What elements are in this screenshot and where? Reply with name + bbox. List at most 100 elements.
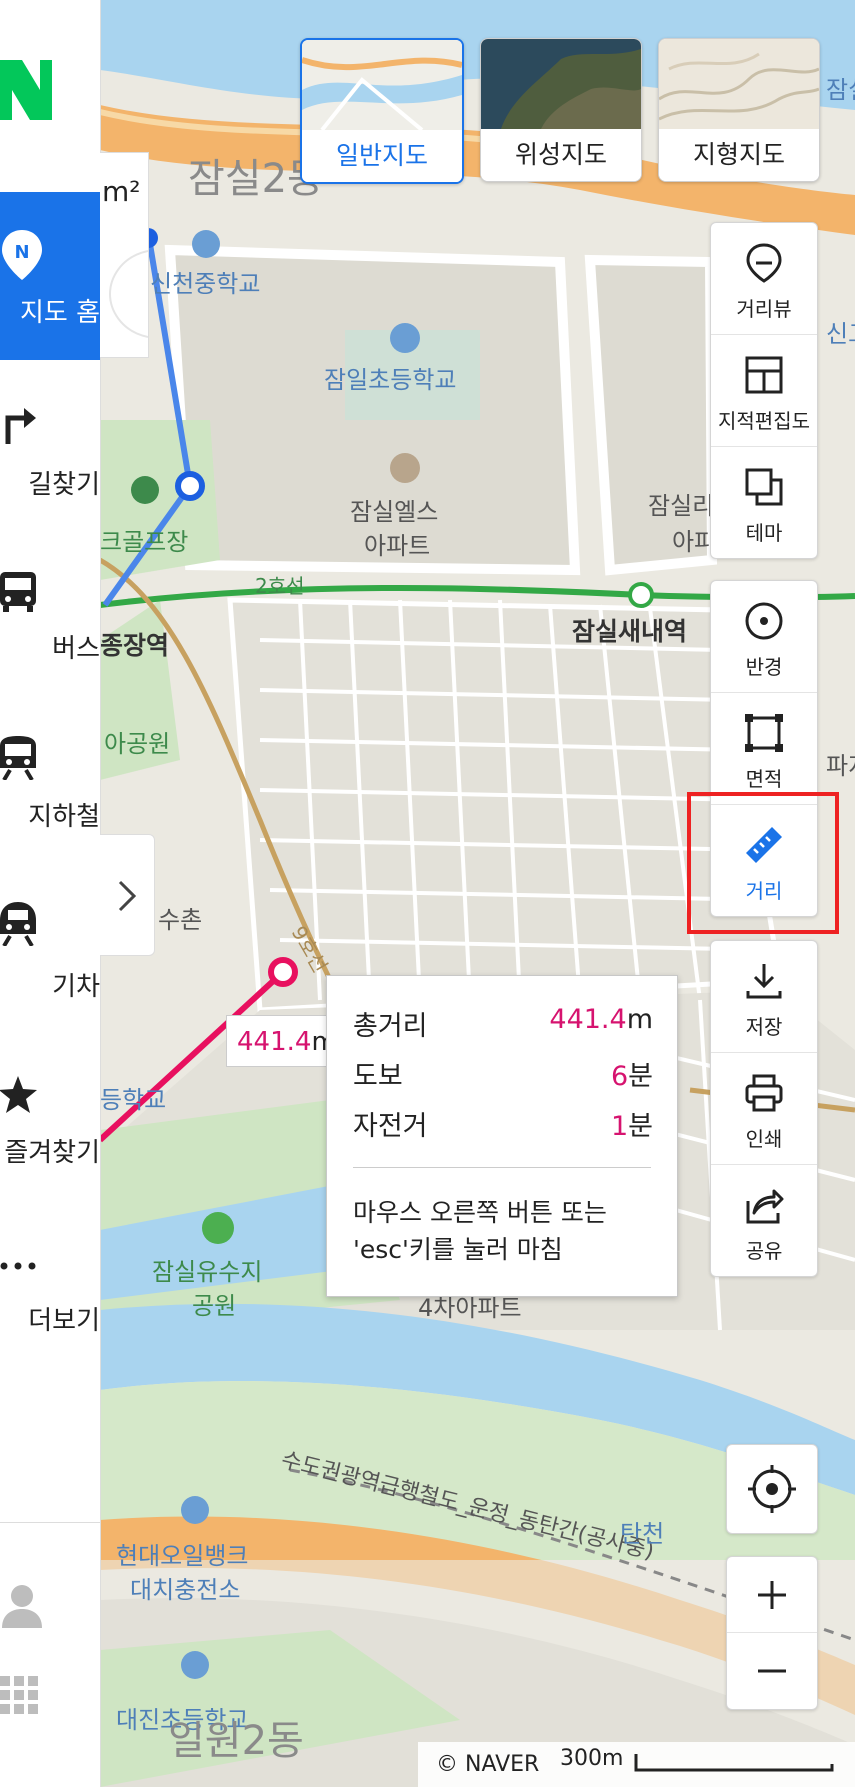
map-label-station: 잠실새내역 [572, 617, 688, 646]
sidebar-item-label: 버스 [52, 634, 100, 664]
tool-label: 테마 [745, 521, 783, 545]
zoom-control [726, 1556, 818, 1710]
distance-map-label: 441.4m [226, 1015, 336, 1067]
sidebar-item-subway[interactable]: 지하철 [0, 726, 100, 876]
map-label-park: 공원 [192, 1292, 237, 1320]
panel-expand-button[interactable] [100, 834, 155, 956]
map-label-gas-station: 대치충전소 [130, 1576, 241, 1604]
naver-logo[interactable] [0, 60, 52, 120]
map-type-satellite[interactable]: 위성지도 [480, 38, 642, 182]
row-label: 자전거 [353, 1111, 428, 1142]
tool-street-view[interactable]: 거리뷰 [711, 223, 817, 335]
map-label-line2: 2호선 [255, 574, 305, 598]
minus-icon [758, 1669, 786, 1673]
terrain-map-thumbnail [659, 39, 819, 129]
tool-print[interactable]: 인쇄 [711, 1053, 817, 1165]
naver-pin-icon: N [2, 230, 42, 280]
map-type-label: 위성지도 [481, 129, 641, 181]
satellite-map-thumbnail [481, 39, 641, 129]
street-view-pin-icon [746, 243, 782, 283]
zoom-in-button[interactable] [727, 1557, 817, 1633]
tool-label: 거리뷰 [736, 297, 792, 321]
map-type-terrain[interactable]: 지형지도 [658, 38, 820, 182]
tool-group-layers: 거리뷰 지적편집도 테마 [710, 222, 818, 559]
sidebar-item-map-home[interactable]: N 지도 홈 [0, 192, 100, 360]
sidebar-item-label: 길찾기 [28, 470, 100, 500]
share-icon [746, 1189, 784, 1224]
sidebar-item-train[interactable]: 기차 [0, 896, 100, 1046]
tool-label: 공유 [745, 1239, 783, 1263]
print-icon [745, 1074, 783, 1112]
tool-label: 인쇄 [745, 1127, 783, 1151]
tool-radius[interactable]: 반경 [711, 581, 817, 693]
scale-text: 300m [560, 1746, 624, 1771]
total-distance-row: 총거리 441.4m [353, 1004, 653, 1044]
sidebar-item-favorites[interactable]: 즐겨찾기 [0, 1068, 100, 1218]
row-unit: 분 [628, 1111, 653, 1142]
highlight-box [687, 792, 839, 934]
sidebar-item-label: 즐겨찾기 [4, 1138, 100, 1168]
tool-area[interactable]: 면적 [711, 693, 817, 805]
map-label-park: 잠실유수지 [152, 1258, 263, 1286]
more-dots-icon [0, 1262, 36, 1270]
zoom-out-button[interactable] [727, 1633, 817, 1709]
distance-value: 441.4 [237, 1027, 312, 1057]
distance-result-popup: 총거리 441.4m 도보 6분 자전거 1분 마우스 오른쪽 버튼 또는 'e… [326, 975, 678, 1297]
map-label-school: 잠일초등학교 [324, 366, 457, 394]
plus-icon [758, 1581, 786, 1609]
area-square-icon [745, 714, 783, 752]
turn-right-arrow-icon [5, 408, 36, 444]
sidebar-item-label: 지하철 [28, 802, 100, 832]
chevron-right-icon [118, 880, 137, 912]
area-unit-text: m² [102, 175, 141, 208]
my-location-button[interactable] [726, 1444, 818, 1534]
sidebar-item-label: 기차 [52, 972, 100, 1002]
tool-label: 반경 [745, 655, 783, 679]
radius-circle-icon [745, 602, 783, 640]
row-value: 6 [610, 1061, 629, 1092]
sidebar-item-label: 지도 홈 [19, 298, 100, 328]
tool-theme[interactable]: 테마 [711, 447, 817, 558]
apps-grid-icon[interactable] [0, 1676, 44, 1720]
download-icon [746, 964, 782, 999]
map-label-school: 신천중학교 [150, 270, 261, 298]
map-label-edge: 잠실 [826, 76, 855, 104]
map-label-park: 아공원 [104, 730, 171, 758]
sidebar-item-more[interactable]: 더보기 [0, 1240, 100, 1390]
map-label-station: 종장역 [100, 631, 170, 660]
user-icon[interactable] [0, 1582, 44, 1630]
row-unit: 분 [628, 1061, 653, 1092]
cadastral-grid-icon [745, 356, 783, 394]
sidebar-divider [0, 1522, 100, 1523]
tool-save[interactable]: 저장 [711, 941, 817, 1053]
row-value: 441.4 [549, 1004, 627, 1035]
map-label-golf: 크골프장 [100, 528, 189, 556]
walking-time-row: 도보 6분 [353, 1054, 653, 1094]
normal-map-thumbnail [302, 40, 462, 130]
subway-icon [0, 736, 36, 780]
tool-label: 면적 [745, 767, 783, 791]
row-label: 총거리 [353, 1011, 428, 1042]
map-label-district: 일원2동 [168, 1718, 304, 1764]
theme-layers-icon [745, 468, 783, 506]
map-type-normal[interactable]: 일반지도 [300, 38, 464, 184]
star-icon [0, 1076, 37, 1113]
map-type-label: 일반지도 [302, 130, 462, 182]
map-label-apartment: 아파트 [364, 532, 431, 560]
map-type-label: 지형지도 [659, 129, 819, 181]
tool-share[interactable]: 공유 [711, 1165, 817, 1276]
map-label-stream: 탄천 [620, 1520, 665, 1548]
bus-icon [0, 572, 36, 612]
tool-group-export: 저장 인쇄 공유 [710, 940, 818, 1277]
sidebar-item-directions[interactable]: 길찾기 [0, 392, 100, 542]
crosshair-location-icon [748, 1465, 796, 1513]
map-label-school: 등학교 [100, 1086, 167, 1114]
row-label: 도보 [353, 1061, 403, 1092]
sidebar: N 지도 홈 길찾기 버스 지하철 기차 즐겨찾기 더보기 [0, 0, 101, 1787]
row-unit: m [626, 1004, 653, 1035]
map-label-gas-station: 현대오일뱅크 [116, 1542, 249, 1570]
sidebar-item-bus[interactable]: 버스 [0, 560, 100, 710]
bicycle-time-row: 자전거 1분 [353, 1104, 653, 1144]
info-panel-fragment: m² [100, 152, 149, 358]
tool-cadastral-map[interactable]: 지적편집도 [711, 335, 817, 447]
